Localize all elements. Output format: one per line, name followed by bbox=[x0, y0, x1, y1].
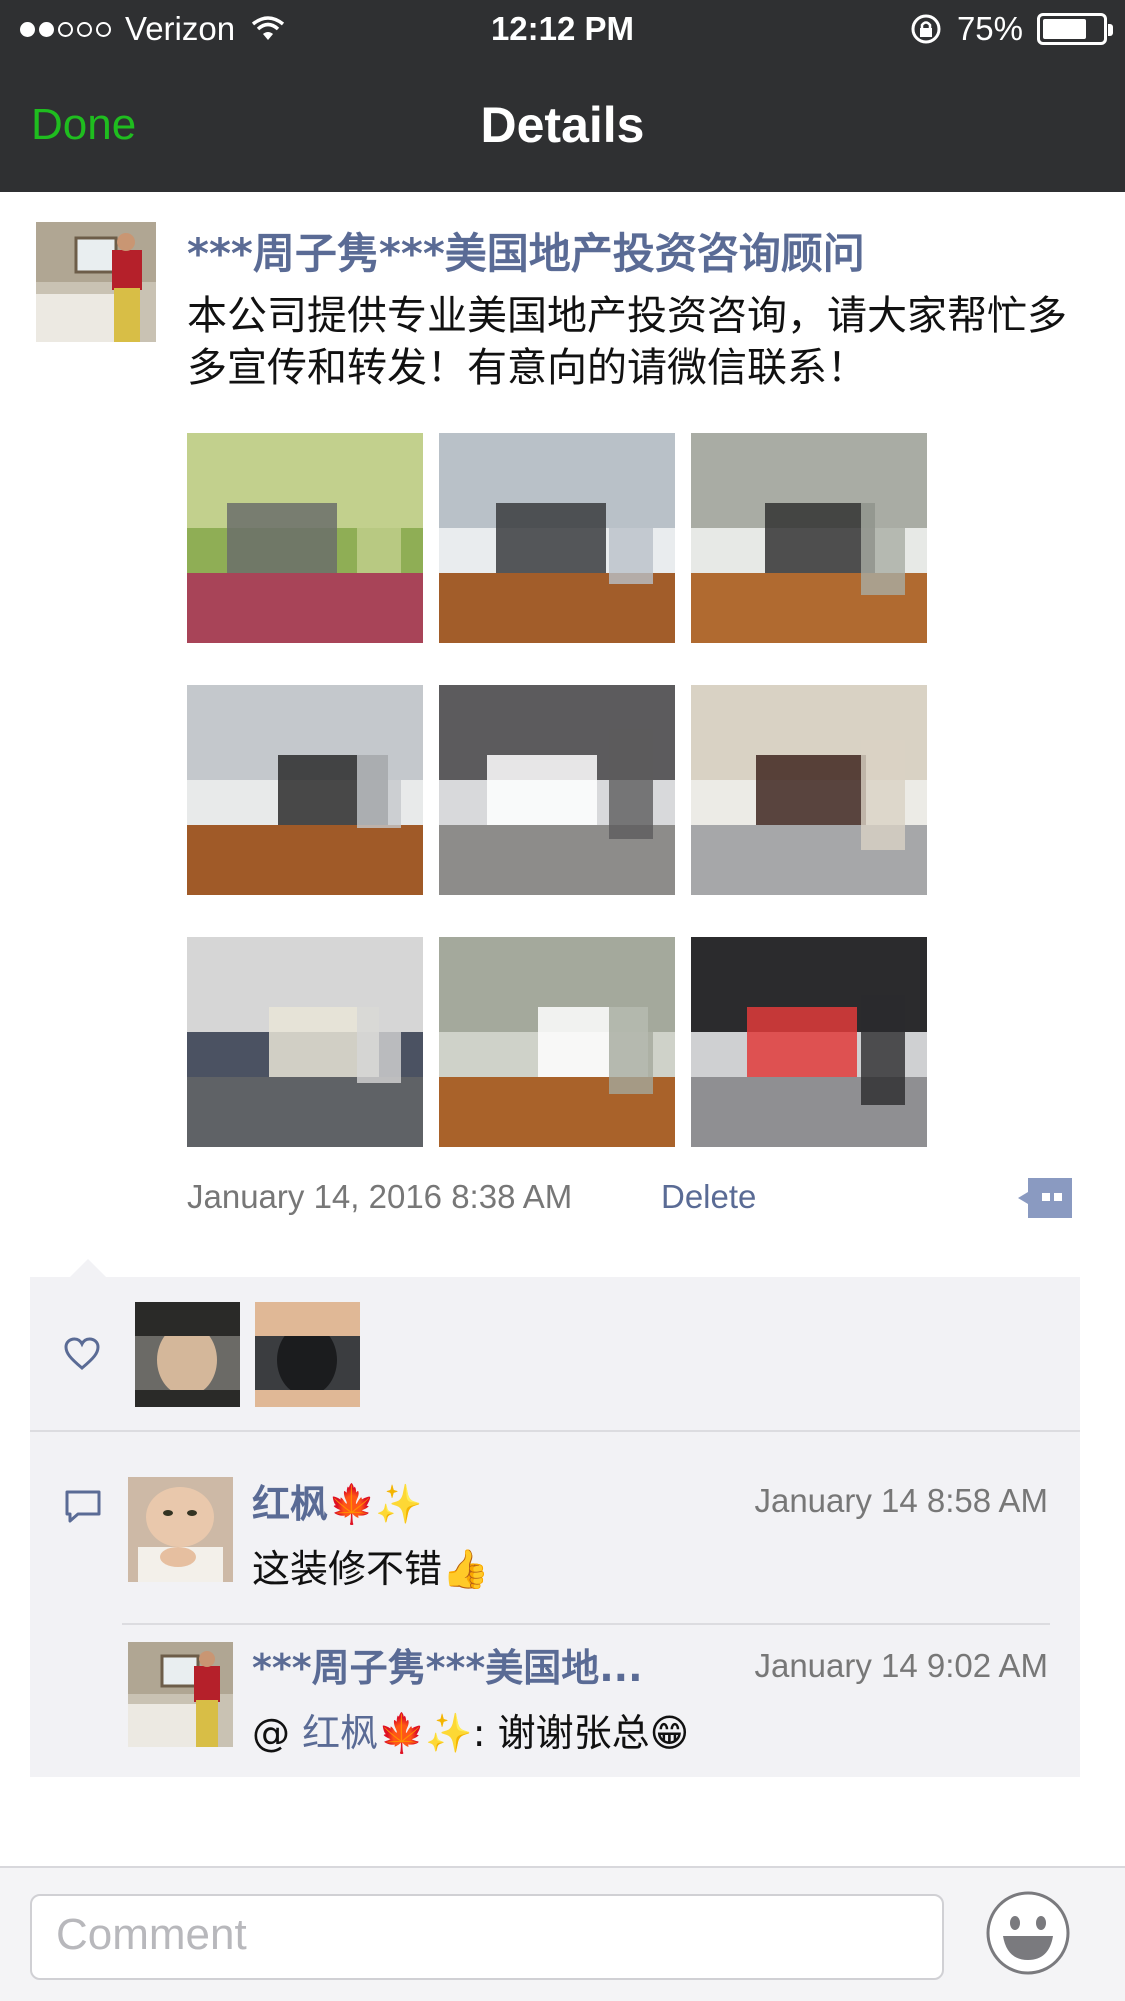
divider bbox=[30, 1430, 1080, 1432]
post-timestamp: January 14, 2016 8:38 AM bbox=[187, 1178, 573, 1215]
photo-grid bbox=[187, 433, 927, 1148]
page-title: Details bbox=[480, 97, 645, 153]
living-room-fireplace-photo[interactable] bbox=[439, 937, 675, 1147]
grinning-emoji: 😁 bbox=[649, 1711, 690, 1755]
bathroom-tub-photo[interactable] bbox=[439, 685, 675, 895]
comment-time: January 14 8:58 AM bbox=[754, 1482, 1048, 1519]
divider bbox=[122, 1623, 1050, 1625]
commenter-avatar[interactable] bbox=[128, 1642, 233, 1747]
thumbs-up-emoji: 👍 bbox=[442, 1547, 490, 1591]
battery-icon bbox=[1037, 13, 1113, 45]
comment-options-icon[interactable] bbox=[1016, 1176, 1074, 1220]
heart-icon bbox=[64, 1337, 100, 1370]
navigation-bar: Done Details bbox=[0, 64, 1125, 192]
liker-avatar[interactable] bbox=[135, 1302, 240, 1407]
liker-avatar[interactable] bbox=[255, 1302, 360, 1407]
post-text: 本公司提供专业美国地产投资咨询，请大家帮忙多多宣传和转发！有意向的请微信联系！ bbox=[187, 293, 1067, 391]
delete-button[interactable]: Delete bbox=[661, 1178, 756, 1216]
bathroom-vanity-photo[interactable] bbox=[691, 685, 927, 895]
battery-percent: 75% bbox=[956, 10, 1023, 47]
bathroom-sink-photo[interactable] bbox=[187, 937, 423, 1147]
comment-input[interactable]: Comment bbox=[30, 1894, 944, 1980]
status-bar: Verizon 12:12 PM 75% bbox=[0, 0, 1125, 64]
emoji-icon[interactable] bbox=[985, 1890, 1071, 1976]
kitchen-island-photo[interactable] bbox=[691, 433, 927, 643]
comment-text: @ 红枫🍁✨: 谢谢张总😁 bbox=[252, 1711, 690, 1755]
comment-composer: Comment bbox=[0, 1866, 1125, 2001]
commenter-name[interactable]: ***周子隽***美国地... bbox=[252, 1637, 682, 1692]
rotation-lock-icon bbox=[911, 14, 941, 44]
maple-sparkle-emoji: 🍁✨ bbox=[378, 1711, 473, 1755]
comment-bubble-icon bbox=[65, 1490, 101, 1523]
likes-comments-panel: 红枫🍁✨ January 14 8:58 AM 这装修不错👍 ***周子隽***… bbox=[30, 1259, 1080, 1777]
kitchen-stools-photo[interactable] bbox=[187, 685, 423, 895]
post-author-name[interactable]: ***周子隽***美国地产投资咨询顾问 bbox=[187, 220, 865, 281]
mention-link[interactable]: 红枫🍁✨ bbox=[302, 1711, 473, 1755]
commenter-name[interactable]: 红枫🍁✨ bbox=[252, 1473, 423, 1528]
house-exterior-photo[interactable] bbox=[187, 433, 423, 643]
maple-sparkle-emoji: 🍁✨ bbox=[328, 1482, 423, 1526]
comment-text: 这装修不错👍 bbox=[252, 1547, 490, 1591]
kitchen-photo[interactable] bbox=[439, 433, 675, 643]
author-avatar[interactable] bbox=[36, 222, 156, 342]
walk-in-closet-photo[interactable] bbox=[691, 937, 927, 1147]
commenter-avatar[interactable] bbox=[128, 1477, 233, 1582]
comment-time: January 14 9:02 AM bbox=[754, 1647, 1048, 1684]
